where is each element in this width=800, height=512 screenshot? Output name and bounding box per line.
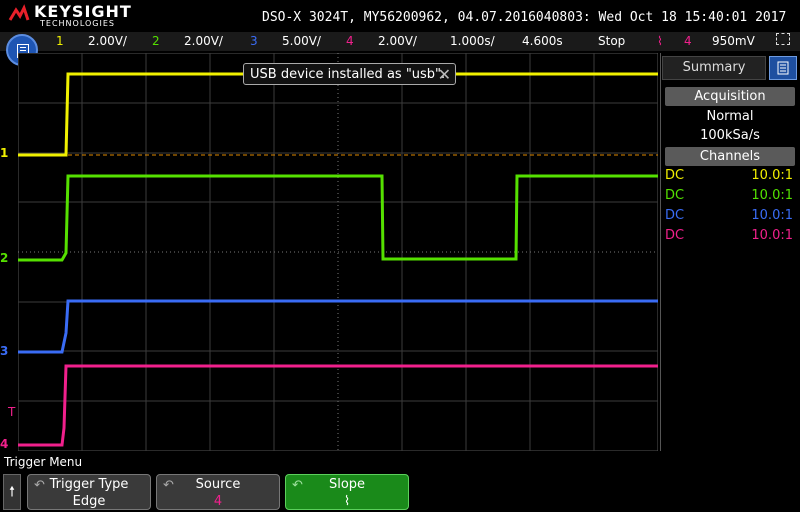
timebase-scale[interactable]: 1.000s/ <box>450 34 495 48</box>
trigger-marker[interactable]: T <box>8 405 15 419</box>
channel-row-1: DC 10.0:1 <box>665 168 793 186</box>
channel-row-3: DC 10.0:1 <box>665 208 793 226</box>
ch4-number[interactable]: 4 <box>346 34 354 48</box>
menu-title: Trigger Menu <box>4 455 83 469</box>
slope-softkey[interactable]: ↶ Slope ⌇ <box>285 474 409 510</box>
ch1-coupling: DC <box>665 168 685 183</box>
toast-message: USB device installed as "usb". <box>250 67 446 82</box>
arrow-up-icon: 🠕 <box>8 484 15 500</box>
usb-notification-toast: USB device installed as "usb". ✕ <box>243 63 456 85</box>
ch2-scale[interactable]: 2.00V/ <box>184 34 223 48</box>
ch3-ground-marker[interactable]: 3 <box>0 344 8 358</box>
trigger-type-softkey[interactable]: ↶ Trigger Type Edge <box>27 474 151 510</box>
ch2-probe: 10.0:1 <box>751 188 793 203</box>
ch3-number[interactable]: 3 <box>250 34 258 48</box>
ch1-scale[interactable]: 2.00V/ <box>88 34 127 48</box>
maximize-icon[interactable] <box>776 33 790 45</box>
ch3-scale[interactable]: 5.00V/ <box>282 34 321 48</box>
ch1-probe: 10.0:1 <box>751 168 793 183</box>
source-softkey[interactable]: ↶ Source 4 <box>156 474 280 510</box>
close-icon[interactable]: ✕ <box>438 65 451 84</box>
ch2-number[interactable]: 2 <box>152 34 160 48</box>
channels-header: Channels <box>665 147 795 166</box>
ch2-coupling: DC <box>665 188 685 203</box>
source-label: Source <box>195 477 241 492</box>
trigger-type-label: Trigger Type <box>49 477 129 492</box>
channel-row-4: DC 10.0:1 <box>665 228 793 246</box>
slope-value: ⌇ <box>343 494 351 509</box>
acquisition-header: Acquisition <box>665 87 795 106</box>
menu-up-button[interactable]: 🠕 <box>3 474 21 510</box>
channel-status-bar: 1 2.00V/ 2 2.00V/ 3 5.00V/ 4 2.00V/ 1.00… <box>0 32 800 51</box>
sample-rate: 100kSa/s <box>700 128 760 143</box>
run-state[interactable]: Stop <box>598 34 625 48</box>
ch4-ground-marker[interactable]: 4 <box>0 437 8 451</box>
ch3-coupling: DC <box>665 208 685 223</box>
keysight-logo-icon <box>8 4 30 21</box>
ch3-probe: 10.0:1 <box>751 208 793 223</box>
channel-row-2: DC 10.0:1 <box>665 188 793 206</box>
trigger-slope-icon: ⌇ <box>657 34 663 48</box>
slope-label: Slope <box>328 477 366 492</box>
horizontal-delay[interactable]: 4.600s <box>522 34 563 48</box>
tab-summary[interactable]: Summary <box>662 56 766 80</box>
acquisition-mode: Normal <box>706 109 754 124</box>
waveform-display[interactable] <box>18 53 658 451</box>
ch2-ground-marker[interactable]: 2 <box>0 251 8 265</box>
ch4-scale[interactable]: 2.00V/ <box>378 34 417 48</box>
trigger-level[interactable]: 950mV <box>712 34 755 48</box>
ch1-ground-marker[interactable]: 1 <box>0 146 8 160</box>
source-value: 4 <box>213 494 223 509</box>
ch1-number[interactable]: 1 <box>56 34 64 48</box>
brand-subtitle: TECHNOLOGIES <box>40 19 115 28</box>
instrument-info: DSO-X 3024T, MY56200962, 04.07.201604080… <box>262 10 787 25</box>
ch4-coupling: DC <box>665 228 685 243</box>
summary-menu-icon[interactable] <box>769 56 797 80</box>
trigger-type-value: Edge <box>72 494 106 509</box>
trigger-source[interactable]: 4 <box>684 34 692 48</box>
ch4-probe: 10.0:1 <box>751 228 793 243</box>
